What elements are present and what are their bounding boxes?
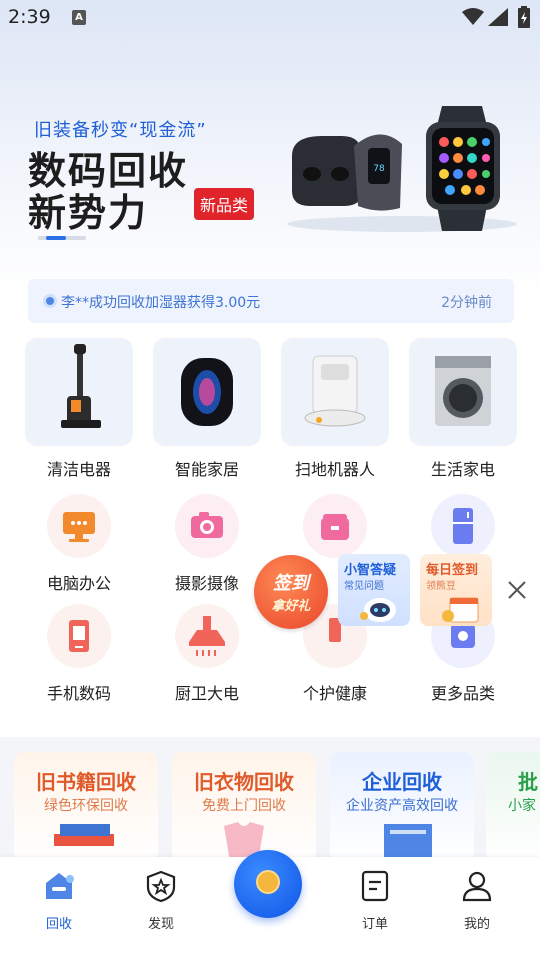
category-label: 手机数码 [46,684,111,703]
daily-subtitle: 领熊豆 [426,581,456,592]
service-title: 企业回收 [362,770,442,794]
assistant-faq-card[interactable]: 小智答疑 常见问题 [338,554,410,626]
category-cleaning[interactable]: 清洁电器 [24,338,134,480]
category-image [25,338,133,446]
robot-vacuum-icon [304,355,366,427]
nav-label: 我的 [463,917,490,932]
category-label: 生活家电 [430,460,495,479]
category-circle [47,604,111,668]
notice-message: 李**成功回收加湿器获得3.00元 [61,295,261,311]
close-icon[interactable] [506,579,528,601]
category-circle [175,604,239,668]
wifi-icon [462,8,484,25]
banner-pager [38,236,86,240]
category-label: 个护健康 [302,684,367,703]
banner-products-image: 78 [287,106,517,232]
rice-cooker-icon [321,514,349,540]
category-kitchen-bath[interactable]: 厨卫大电 [152,604,262,704]
signal-icon [488,8,508,26]
notification-a-icon: A [72,10,86,25]
fridge-icon [453,508,473,544]
category-label: 更多品类 [430,684,495,703]
category-computer[interactable]: 电脑办公 [24,494,134,594]
nav-discover[interactable]: 发现 [126,869,196,932]
camera-icon [191,512,223,538]
assistant-title: 小智答疑 [344,563,397,578]
service-title: 旧衣物回收 [194,770,294,794]
nav-orders[interactable]: 订单 [340,869,410,932]
monitor-icon [63,512,95,542]
service-subtitle: 免费上门回收 [202,798,286,814]
category-label: 智能家居 [174,460,239,479]
service-enterprise[interactable]: 企业回收 企业资产高效回收 [330,752,474,862]
category-appliances[interactable]: 生活家电 [408,338,518,480]
daily-title: 每日签到 [426,563,479,578]
sign-in-gift-button[interactable]: 签到 拿好礼 [254,555,328,629]
category-image [153,338,261,446]
banner-subtitle: 旧装备秒变“现金流” [34,120,207,141]
svg-text:78: 78 [373,164,385,174]
nav-profile[interactable]: 我的 [442,869,512,932]
discover-icon [144,869,178,903]
category-label: 厨卫大电 [174,684,239,703]
banner-pager-active [46,236,66,240]
recycle-home-icon [42,869,76,903]
status-bar: 2:39 A [0,0,540,36]
service-subtitle: 小家 [508,798,536,814]
calendar-icon [442,597,479,623]
category-circle [47,494,111,558]
service-subtitle: 企业资产高效回收 [346,798,458,814]
category-robot-vacuum[interactable]: 扫地机器人 [280,338,390,480]
status-time: 2:39 [8,6,51,28]
nav-recycle[interactable]: 回收 [24,869,94,932]
nav-label: 订单 [361,917,388,932]
category-circle [175,494,239,558]
assistant-subtitle: 常见问题 [344,581,384,592]
promo-banner[interactable]: 旧装备秒变“现金流” 数码回收 新势力 新品类 78 [28,106,528,250]
category-kitchen-small[interactable] [280,494,390,558]
category-label: 摄影摄像 [174,574,239,593]
service-bulk[interactable]: 批 小家 [486,752,540,862]
category-fridge[interactable] [408,494,518,558]
category-image [281,338,389,446]
banner-new-badge: 新品类 [194,188,255,220]
profile-icon [460,869,494,903]
service-clothes[interactable]: 旧衣物回收 免费上门回收 [172,752,316,862]
category-image [409,338,517,446]
nav-label: 发现 [147,917,174,932]
washing-machine-icon [435,356,491,426]
banner-title-line2: 新势力 [28,191,149,235]
phone-icon [69,620,89,652]
category-smart-home[interactable]: 智能家居 [152,338,262,480]
category-phone[interactable]: 手机数码 [24,604,134,704]
category-label: 扫地机器人 [294,460,375,479]
smart-speaker-icon [181,358,233,426]
notice-time: 2分钟前 [441,295,492,311]
vacuum-icon [61,344,101,428]
category-circle [303,494,367,558]
service-title: 批 [518,770,538,794]
battery-icon [518,6,530,28]
coin-icon [256,870,280,894]
service-title: 旧书籍回收 [36,770,136,794]
recycle-notice[interactable]: 李**成功回收加湿器获得3.00元 2分钟前 [28,279,514,323]
nav-label: 回收 [45,917,72,932]
category-label: 电脑办公 [46,574,111,593]
sign-in-subtitle: 拿好礼 [271,599,311,614]
robot-icon [360,598,396,622]
service-subtitle: 绿色环保回收 [44,798,128,814]
category-camera[interactable]: 摄影摄像 [152,494,262,594]
daily-checkin-card[interactable]: 每日签到 领熊豆 [420,554,492,626]
order-icon [358,869,392,903]
range-hood-icon [189,616,225,656]
category-circle [431,494,495,558]
notice-icon [43,294,57,308]
center-recycle-button[interactable] [234,850,302,918]
sign-in-title: 签到 [273,573,309,594]
service-books[interactable]: 旧书籍回收 绿色环保回收 [14,752,158,862]
category-label: 清洁电器 [46,460,111,479]
